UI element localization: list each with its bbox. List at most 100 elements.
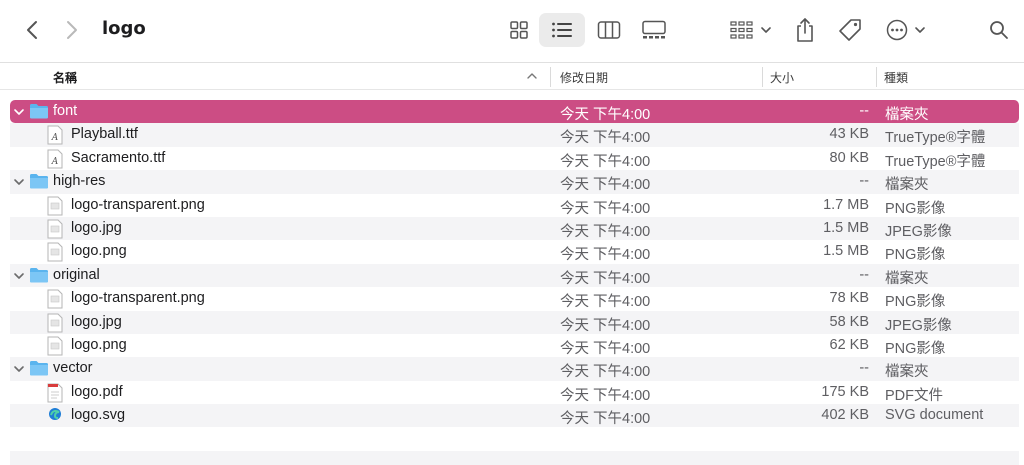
file-modified-date: 今天 下午4:00 [560, 340, 651, 357]
file-row[interactable]: logo.svg 今天 下午4:00 402 KB SVG document [10, 404, 1019, 428]
column-divider[interactable] [550, 67, 551, 87]
file-row[interactable]: logo-transparent.png 今天 下午4:00 78 KB PNG影像 [10, 287, 1019, 310]
disclosure-chevron-down-icon[interactable] [13, 363, 25, 375]
file-row[interactable]: A Playball.ttf 今天 下午4:00 43 KB TrueType®字體 [10, 123, 1019, 147]
font-file-icon: A [47, 125, 67, 145]
search-icon [990, 21, 1008, 39]
share-button[interactable] [790, 12, 820, 48]
file-size: -- [859, 266, 869, 283]
ellipsis-circle-icon [886, 19, 908, 41]
file-row[interactable]: A Sacramento.ttf 今天 下午4:00 80 KB TrueType®字體 [10, 147, 1019, 170]
list-view-icon [552, 22, 572, 38]
folder-icon [29, 102, 49, 122]
tag-button[interactable] [834, 14, 866, 46]
folder-row[interactable]: font 今天 下午4:00 -- 檔案夾 [10, 100, 1019, 124]
file-name: logo-transparent.png [71, 196, 205, 213]
svg-file-icon [47, 406, 67, 426]
image-file-icon [47, 313, 67, 333]
file-name: logo.pdf [71, 383, 123, 400]
file-name: logo.jpg [71, 219, 122, 236]
file-modified-date: 今天 下午4:00 [560, 270, 651, 287]
file-row[interactable]: logo.jpg 今天 下午4:00 1.5 MB JPEG影像 [10, 216, 1019, 241]
folder-row[interactable]: original 今天 下午4:00 -- 檔案夾 [10, 263, 1019, 288]
list-view-button[interactable] [539, 13, 585, 47]
more-actions-button[interactable] [882, 14, 930, 46]
file-name: vector [53, 360, 93, 377]
folder-row[interactable]: high-res 今天 下午4:00 -- 檔案夾 [10, 170, 1019, 194]
file-size: 1.7 MB [823, 196, 869, 213]
file-kind: 檔案夾 [885, 364, 929, 381]
disclosure-chevron-down-icon[interactable] [13, 106, 25, 118]
file-row[interactable]: logo.png 今天 下午4:00 62 KB PNG影像 [10, 334, 1019, 357]
chevron-right-icon [67, 21, 77, 39]
file-modified-date: 今天 下午4:00 [560, 411, 651, 428]
file-size: 1.5 MB [823, 243, 869, 260]
file-modified-date: 今天 下午4:00 [560, 130, 651, 147]
gallery-view-icon [642, 20, 666, 39]
svg-text:A: A [51, 157, 59, 167]
column-kind[interactable]: 種類 [884, 69, 908, 86]
image-file-icon [47, 196, 67, 216]
folder-row[interactable]: vector 今天 下午4:00 -- 檔案夾 [10, 357, 1019, 381]
toolbar: logo [0, 0, 1024, 62]
image-file-icon [47, 289, 67, 309]
column-divider[interactable] [876, 67, 877, 87]
file-name: font [53, 103, 78, 119]
file-row[interactable]: logo-transparent.png 今天 下午4:00 1.7 MB PNG影像 [10, 194, 1019, 217]
file-size: 58 KB [829, 313, 870, 330]
folder-icon [29, 359, 49, 379]
file-modified-date: 今天 下午4:00 [560, 177, 651, 194]
file-modified-date: 今天 下午4:00 [560, 317, 651, 334]
image-file-icon [47, 336, 67, 356]
group-by-button[interactable] [727, 14, 775, 46]
file-name: logo-transparent.png [71, 290, 205, 307]
file-size: -- [859, 360, 869, 377]
chevron-down-icon [915, 27, 925, 33]
icon-view-button[interactable] [504, 14, 534, 46]
column-header: 名稱 修改日期 大小 種類 [0, 62, 1024, 90]
gallery-view-button[interactable] [637, 14, 671, 46]
column-view-button[interactable] [594, 14, 624, 46]
file-name: logo.svg [71, 407, 126, 424]
svg-text:A: A [51, 133, 59, 143]
image-file-icon [47, 219, 67, 239]
share-icon [797, 18, 813, 42]
back-button[interactable] [18, 15, 46, 45]
folder-icon [29, 266, 49, 286]
file-name: logo.png [71, 243, 127, 260]
file-kind: PNG影像 [885, 294, 946, 311]
file-kind: 檔案夾 [885, 177, 929, 194]
file-row[interactable]: logo.png 今天 下午4:00 1.5 MB PNG影像 [10, 240, 1019, 263]
folder-icon [29, 172, 49, 192]
file-row[interactable]: logo.jpg 今天 下午4:00 58 KB JPEG影像 [10, 310, 1019, 334]
file-size: 175 KB [821, 383, 869, 400]
column-divider[interactable] [762, 67, 763, 87]
column-size[interactable]: 大小 [770, 69, 794, 86]
chevron-down-icon [761, 27, 771, 33]
sort-ascending-icon[interactable] [526, 71, 538, 81]
file-name: Playball.ttf [71, 126, 138, 143]
file-row[interactable]: logo.pdf 今天 下午4:00 175 KB PDF文件 [10, 381, 1019, 404]
disclosure-chevron-down-icon[interactable] [13, 270, 25, 282]
file-kind: 檔案夾 [885, 107, 929, 123]
file-modified-date: 今天 下午4:00 [560, 247, 651, 264]
file-modified-date: 今天 下午4:00 [560, 200, 651, 217]
file-size: 78 KB [829, 290, 870, 307]
search-button[interactable] [984, 14, 1014, 46]
group-icon [730, 21, 753, 39]
column-name[interactable]: 名稱 [53, 69, 77, 86]
file-kind: JPEG影像 [885, 223, 952, 240]
file-name: original [53, 266, 100, 283]
file-modified-date: 今天 下午4:00 [560, 223, 651, 240]
file-size: 1.5 MB [823, 219, 869, 236]
file-list: font 今天 下午4:00 -- 檔案夾 A Playball.ttf 今天 下午4:00… [10, 100, 1019, 428]
font-file-icon: A [47, 149, 67, 169]
column-date[interactable]: 修改日期 [560, 69, 608, 86]
forward-button[interactable] [58, 15, 86, 45]
file-kind: PDF文件 [885, 387, 943, 404]
column-view-icon [597, 21, 621, 39]
tag-icon [839, 19, 861, 41]
icon-view-icon [510, 21, 528, 39]
disclosure-chevron-down-icon[interactable] [13, 176, 25, 188]
file-size: 402 KB [821, 407, 869, 424]
